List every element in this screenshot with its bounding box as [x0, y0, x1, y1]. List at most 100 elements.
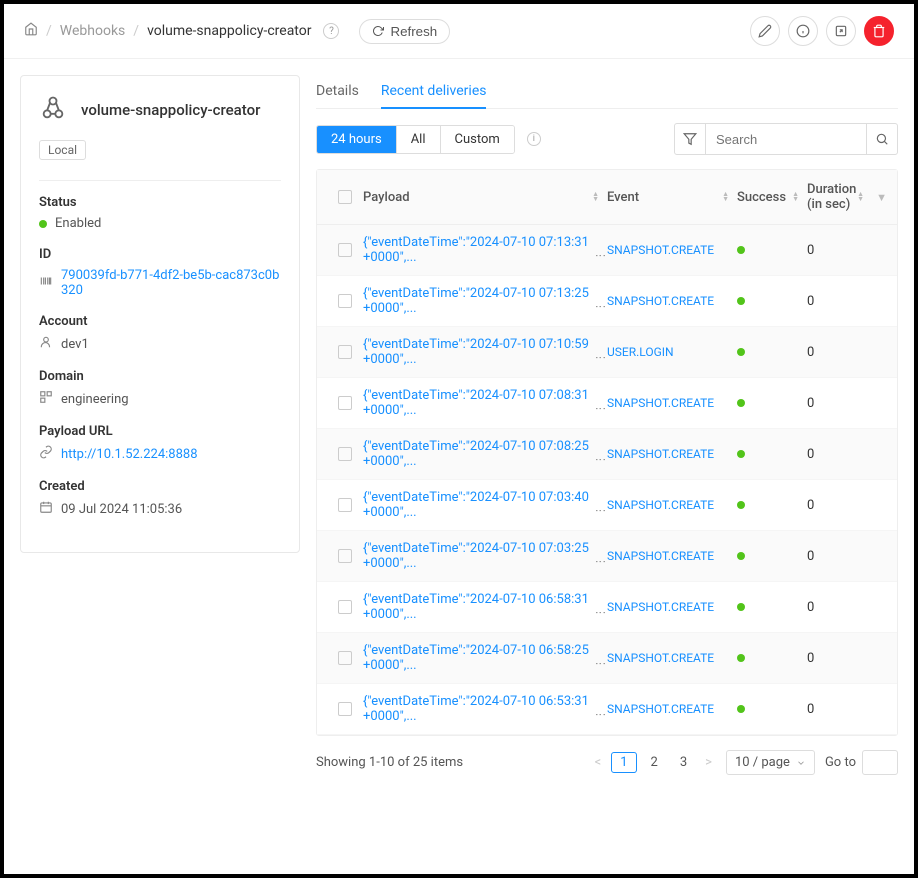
payload-link[interactable]: {"eventDateTime":"2024-07-10 06:58:25 +0…: [363, 643, 607, 673]
tab-details[interactable]: Details: [316, 75, 359, 108]
trash-icon: [872, 24, 886, 38]
payload-link[interactable]: {"eventDateTime":"2024-07-10 07:08:31 +0…: [363, 388, 607, 418]
export-button[interactable]: [826, 16, 856, 46]
more-actions-icon[interactable]: ⋮: [594, 658, 607, 668]
delete-button[interactable]: [864, 16, 894, 46]
page-size-select[interactable]: 10 / page: [726, 750, 815, 775]
row-checkbox[interactable]: [338, 345, 352, 359]
payload-link[interactable]: {"eventDateTime":"2024-07-10 07:03:40 +0…: [363, 490, 607, 520]
event-link[interactable]: USER.LOGIN: [607, 345, 674, 359]
more-actions-icon[interactable]: ⋮: [594, 505, 607, 515]
row-checkbox[interactable]: [338, 702, 352, 716]
sort-icon[interactable]: ▲▼: [722, 192, 729, 202]
payload-link[interactable]: {"eventDateTime":"2024-07-10 07:03:25 +0…: [363, 541, 607, 571]
sort-icon[interactable]: ▲▼: [592, 192, 599, 202]
duration-value: 0: [807, 498, 814, 513]
more-actions-icon[interactable]: ⋮: [594, 556, 607, 566]
page-2[interactable]: 2: [643, 753, 666, 772]
filter-custom[interactable]: Custom: [441, 126, 514, 153]
row-checkbox[interactable]: [338, 651, 352, 665]
table-row: {"eventDateTime":"2024-07-10 06:58:25 +0…: [317, 633, 897, 684]
more-actions-icon[interactable]: ⋮: [594, 454, 607, 464]
row-checkbox[interactable]: [338, 243, 352, 257]
sort-icon[interactable]: ▲▼: [792, 192, 799, 202]
col-duration[interactable]: Duration (in sec): [807, 182, 857, 212]
refresh-button[interactable]: Refresh: [359, 19, 450, 44]
event-link[interactable]: SNAPSHOT.CREATE: [607, 549, 714, 563]
row-checkbox[interactable]: [338, 600, 352, 614]
duration-value: 0: [807, 600, 814, 615]
search-input[interactable]: [706, 123, 866, 155]
pencil-icon: [758, 24, 772, 38]
user-icon: [39, 335, 53, 353]
refresh-icon: [372, 25, 384, 37]
page-header: / Webhooks / volume-snappolicy-creator ?…: [4, 4, 914, 59]
success-dot-icon: [737, 705, 745, 713]
home-icon[interactable]: [24, 22, 38, 40]
filter-icon: [683, 132, 697, 146]
breadcrumb-webhooks[interactable]: Webhooks: [60, 23, 126, 39]
more-actions-icon[interactable]: ⋮: [594, 301, 607, 311]
id-label: ID: [39, 247, 281, 262]
duration-value: 0: [807, 549, 814, 564]
id-value[interactable]: 790039fd-b771-4df2-be5b-cac873c0b320: [61, 268, 281, 298]
goto-input[interactable]: [862, 750, 898, 775]
col-event[interactable]: Event: [607, 190, 639, 205]
more-actions-icon[interactable]: ⋮: [594, 607, 607, 617]
filter-all[interactable]: All: [397, 126, 441, 153]
payload-link[interactable]: {"eventDateTime":"2024-07-10 07:13:25 +0…: [363, 286, 607, 316]
edit-button[interactable]: [750, 16, 780, 46]
payload-link[interactable]: {"eventDateTime":"2024-07-10 06:53:31 +0…: [363, 694, 607, 724]
duration-value: 0: [807, 447, 814, 462]
row-checkbox[interactable]: [338, 549, 352, 563]
event-link[interactable]: SNAPSHOT.CREATE: [607, 294, 714, 308]
more-actions-icon[interactable]: ⋮: [594, 709, 607, 719]
row-checkbox[interactable]: [338, 396, 352, 410]
table-row: {"eventDateTime":"2024-07-10 07:10:59 +0…: [317, 327, 897, 378]
event-link[interactable]: SNAPSHOT.CREATE: [607, 600, 714, 614]
page-next[interactable]: >: [701, 753, 716, 772]
chevron-down-icon: [796, 758, 806, 768]
info-button[interactable]: [788, 16, 818, 46]
payload-link[interactable]: {"eventDateTime":"2024-07-10 07:13:31 +0…: [363, 235, 607, 265]
col-payload[interactable]: Payload: [363, 190, 410, 205]
row-checkbox[interactable]: [338, 498, 352, 512]
success-dot-icon: [737, 501, 745, 509]
table-row: {"eventDateTime":"2024-07-10 07:08:25 +0…: [317, 429, 897, 480]
payload-url-value[interactable]: http://10.1.52.224:8888: [61, 447, 198, 462]
more-actions-icon[interactable]: ⋮: [594, 352, 607, 362]
filter-button[interactable]: [674, 123, 706, 155]
help-icon[interactable]: ?: [323, 23, 339, 39]
event-link[interactable]: SNAPSHOT.CREATE: [607, 498, 714, 512]
row-checkbox[interactable]: [338, 447, 352, 461]
search-button[interactable]: [866, 123, 898, 155]
page-1[interactable]: 1: [611, 752, 636, 773]
page-3[interactable]: 3: [672, 753, 695, 772]
status-dot-icon: [39, 220, 47, 228]
sort-icon[interactable]: ▲▼: [857, 192, 864, 202]
event-link[interactable]: SNAPSHOT.CREATE: [607, 243, 714, 257]
divider: [39, 180, 281, 181]
page-prev[interactable]: <: [591, 753, 606, 772]
payload-link[interactable]: {"eventDateTime":"2024-07-10 06:58:31 +0…: [363, 592, 607, 622]
row-checkbox[interactable]: [338, 294, 352, 308]
refresh-label: Refresh: [390, 24, 437, 39]
event-link[interactable]: SNAPSHOT.CREATE: [607, 702, 714, 716]
more-actions-icon[interactable]: ⋮: [594, 403, 607, 413]
page-size-label: 10 / page: [735, 755, 790, 770]
calendar-icon: [39, 500, 53, 518]
payload-link[interactable]: {"eventDateTime":"2024-07-10 07:08:25 +0…: [363, 439, 607, 469]
col-success[interactable]: Success: [737, 190, 786, 205]
tab-recent-deliveries[interactable]: Recent deliveries: [381, 75, 487, 109]
filter-info-icon[interactable]: i: [527, 132, 541, 146]
local-badge: Local: [39, 140, 86, 160]
event-link[interactable]: SNAPSHOT.CREATE: [607, 447, 714, 461]
event-link[interactable]: SNAPSHOT.CREATE: [607, 396, 714, 410]
payload-link[interactable]: {"eventDateTime":"2024-07-10 07:10:59 +0…: [363, 337, 607, 367]
breadcrumb-current: volume-snappolicy-creator: [147, 23, 311, 39]
column-filter-icon[interactable]: ▼: [876, 191, 887, 204]
filter-24hours[interactable]: 24 hours: [317, 126, 397, 153]
event-link[interactable]: SNAPSHOT.CREATE: [607, 651, 714, 665]
more-actions-icon[interactable]: ⋮: [594, 250, 607, 260]
select-all-checkbox[interactable]: [338, 190, 352, 204]
